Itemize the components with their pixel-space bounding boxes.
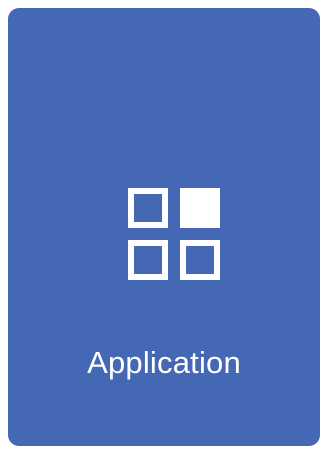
tile-label: Application — [87, 345, 241, 380]
application-tile[interactable]: Application — [8, 8, 320, 446]
apps-grid-icon — [128, 188, 220, 280]
